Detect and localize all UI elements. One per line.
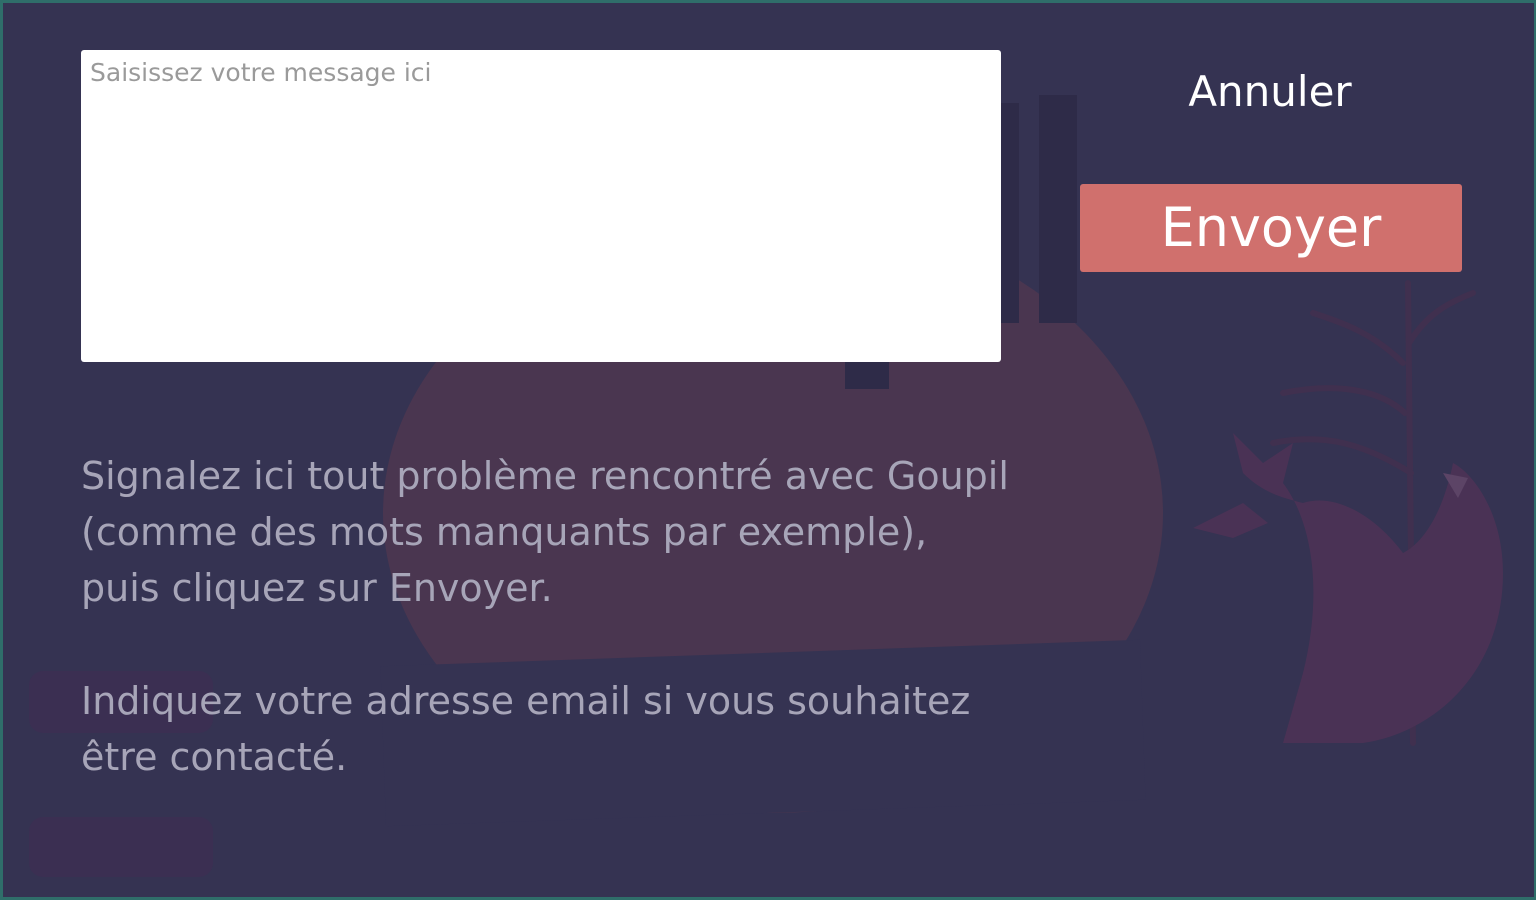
background-post bbox=[1039, 95, 1077, 323]
email-hint-text: Indiquez votre adresse email si vous sou… bbox=[81, 679, 971, 779]
message-input[interactable] bbox=[81, 50, 1001, 362]
fox-illustration bbox=[1193, 280, 1503, 746]
send-button[interactable]: Envoyer bbox=[1080, 184, 1462, 272]
feedback-dialog: Annuler Envoyer Signalez ici tout problè… bbox=[0, 0, 1536, 900]
background-button-shape bbox=[29, 817, 213, 877]
cancel-button[interactable]: Annuler bbox=[1153, 63, 1387, 121]
background-post bbox=[999, 103, 1019, 323]
instructions-text: Signalez ici tout problème rencontré ave… bbox=[81, 454, 1009, 610]
